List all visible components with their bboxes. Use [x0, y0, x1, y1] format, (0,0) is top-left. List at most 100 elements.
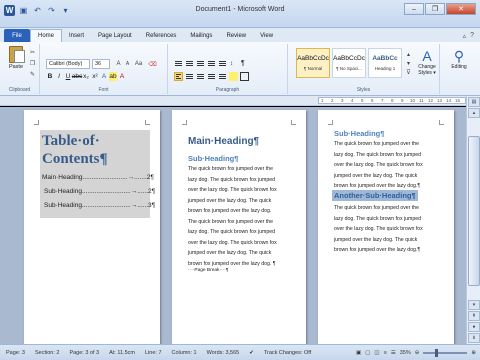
tab-review[interactable]: Review: [219, 29, 253, 42]
ruler-toggle-icon[interactable]: ▤: [468, 97, 480, 107]
subscript-button[interactable]: x₂: [82, 72, 90, 81]
change-case-icon[interactable]: Aa: [134, 60, 143, 68]
document-page-1[interactable]: Table·of· Contents¶ Main·Heading........…: [24, 110, 160, 344]
print-layout-icon[interactable]: ▣: [356, 350, 361, 356]
decrease-indent-icon[interactable]: [207, 59, 216, 68]
margin-corner: [145, 120, 150, 125]
help-icon[interactable]: ?: [470, 32, 474, 39]
status-section[interactable]: Section: 2: [35, 350, 59, 356]
scroll-up-arrow[interactable]: ▴: [468, 108, 480, 118]
grow-font-icon[interactable]: A: [114, 60, 123, 68]
status-page[interactable]: Page: 3: [6, 350, 25, 356]
show-formatting-icon[interactable]: ¶: [240, 59, 249, 68]
shading-icon[interactable]: [229, 72, 238, 81]
justify-icon[interactable]: [207, 72, 216, 81]
style-heading-1[interactable]: AaBbCc Heading 1: [368, 48, 402, 78]
paste-button[interactable]: Paste: [6, 46, 26, 76]
font-name-select[interactable]: Calibri (Body): [46, 59, 90, 69]
styles-scroll-down-icon[interactable]: ▾: [404, 59, 413, 67]
next-page-icon[interactable]: ⇟: [468, 333, 480, 343]
zoom-in-icon[interactable]: ⊕: [471, 350, 476, 356]
style-normal-name: ¶ Normal: [303, 66, 323, 71]
font-group: Calibri (Body) 36 A A Aa ⌫ B I U abc x₂ …: [40, 44, 168, 94]
line-spacing-icon[interactable]: [218, 72, 227, 81]
document-workspace[interactable]: Table·of· Contents¶ Main·Heading........…: [0, 107, 466, 344]
document-page-2[interactable]: Main·Heading¶ Sub·Heading¶ The quick bro…: [172, 110, 306, 344]
zoom-slider-thumb[interactable]: [435, 348, 439, 357]
tab-view[interactable]: View: [253, 29, 280, 42]
tab-insert[interactable]: Insert: [62, 29, 91, 42]
status-words[interactable]: Words: 3,565: [207, 350, 240, 356]
tab-home[interactable]: Home: [30, 29, 63, 42]
editing-group: ⚲ Editing: [440, 44, 480, 94]
style-no-spacing[interactable]: AaBbCcDc ¶ No Spaci...: [332, 48, 366, 78]
another-sub-heading-selected[interactable]: Another·Sub·Heading¶: [332, 190, 418, 201]
superscript-button[interactable]: x²: [91, 72, 99, 81]
italic-button[interactable]: I: [55, 72, 63, 81]
proofing-icon[interactable]: ✔: [249, 350, 254, 356]
styles-more-icon[interactable]: ⊽: [404, 68, 413, 76]
previous-page-icon[interactable]: ⇞: [468, 311, 480, 321]
tab-file[interactable]: File: [4, 29, 30, 42]
minimize-ribbon-icon[interactable]: ▵: [463, 32, 467, 40]
align-center-icon[interactable]: [185, 72, 194, 81]
style-normal[interactable]: AaBbCcDc ¶ Normal: [296, 48, 330, 78]
shrink-font-icon[interactable]: A: [123, 60, 132, 68]
align-left-icon[interactable]: [174, 72, 183, 81]
tab-page-layout[interactable]: Page Layout: [91, 29, 139, 42]
clear-formatting-icon[interactable]: ⌫: [148, 60, 157, 68]
tab-mailings[interactable]: Mailings: [183, 29, 219, 42]
browse-object-icon[interactable]: ●: [468, 322, 480, 332]
full-screen-icon[interactable]: ▢: [365, 350, 370, 356]
close-button[interactable]: ✕: [446, 3, 476, 15]
tab-references[interactable]: References: [139, 29, 184, 42]
minimize-button[interactable]: –: [404, 3, 424, 15]
increase-indent-icon[interactable]: [218, 59, 227, 68]
zoom-level[interactable]: 35%: [400, 350, 411, 356]
editing-button[interactable]: ⚲ Editing: [448, 48, 470, 70]
format-painter-icon[interactable]: ✎: [28, 70, 37, 78]
toc-entry-3[interactable]: Sub·Heading...........................→.…: [44, 201, 155, 212]
align-right-icon[interactable]: [196, 72, 205, 81]
copy-icon[interactable]: ❐: [28, 59, 37, 67]
text-effects-icon[interactable]: A: [100, 72, 108, 81]
scroll-thumb[interactable]: [468, 136, 480, 286]
bold-button[interactable]: B: [46, 72, 54, 81]
scroll-down-arrow[interactable]: ▾: [468, 300, 480, 310]
body-line: over the lazy dog. The quick brown fox: [188, 187, 277, 193]
cut-icon[interactable]: ✂: [28, 48, 37, 56]
outline-icon[interactable]: ≡: [384, 350, 387, 356]
bullets-icon[interactable]: [174, 59, 183, 68]
horizontal-ruler[interactable]: 1 2 3 4 5 6 7 8 9 10 11 12 13 14 15: [0, 96, 480, 106]
sort-icon[interactable]: ↕: [229, 59, 238, 68]
zoom-slider[interactable]: [423, 348, 468, 357]
status-page-of[interactable]: Page: 3 of 3: [69, 350, 99, 356]
toc-entry-2[interactable]: Sub·Heading...........................→.…: [44, 187, 155, 198]
highlight-icon[interactable]: ab: [109, 72, 117, 81]
zoom-out-icon[interactable]: ⊖: [415, 350, 420, 356]
strikethrough-button[interactable]: abc: [72, 72, 82, 81]
toc-field[interactable]: Table·of· Contents¶ Main·Heading........…: [40, 130, 155, 218]
numbering-icon[interactable]: [185, 59, 194, 68]
change-styles-icon: A: [422, 48, 432, 64]
vertical-scrollbar[interactable]: ▤ ▴ ▾ ⇞ ● ⇟: [466, 96, 480, 344]
change-styles-button[interactable]: A Change Styles ▾: [416, 48, 438, 76]
multilevel-list-icon[interactable]: [196, 59, 205, 68]
toc-entry-1[interactable]: Main·Heading.........................→..…: [42, 173, 154, 184]
document-page-3[interactable]: Sub·Heading¶ The quick brown fox jumped …: [318, 110, 454, 344]
web-layout-icon[interactable]: ◫: [374, 350, 379, 356]
draft-icon[interactable]: ☰: [391, 350, 396, 356]
status-at[interactable]: At: 11.5cm: [109, 350, 135, 356]
borders-icon[interactable]: [240, 72, 249, 81]
font-color-icon[interactable]: A: [118, 72, 126, 81]
body-paragraph: The quick brown fox jumped over the lazy…: [188, 164, 300, 269]
font-size-select[interactable]: 36: [92, 59, 110, 69]
ruler-tick: 14: [446, 98, 452, 103]
ruler-tick: 11: [419, 98, 424, 103]
styles-scroll-up-icon[interactable]: ▴: [404, 50, 413, 58]
maximize-button[interactable]: ❐: [425, 3, 445, 15]
status-track-changes[interactable]: Track Changes: Off: [264, 350, 311, 356]
paragraph-bottom-row: [174, 72, 249, 81]
status-column[interactable]: Column: 1: [172, 350, 197, 356]
status-line[interactable]: Line: 7: [145, 350, 162, 356]
